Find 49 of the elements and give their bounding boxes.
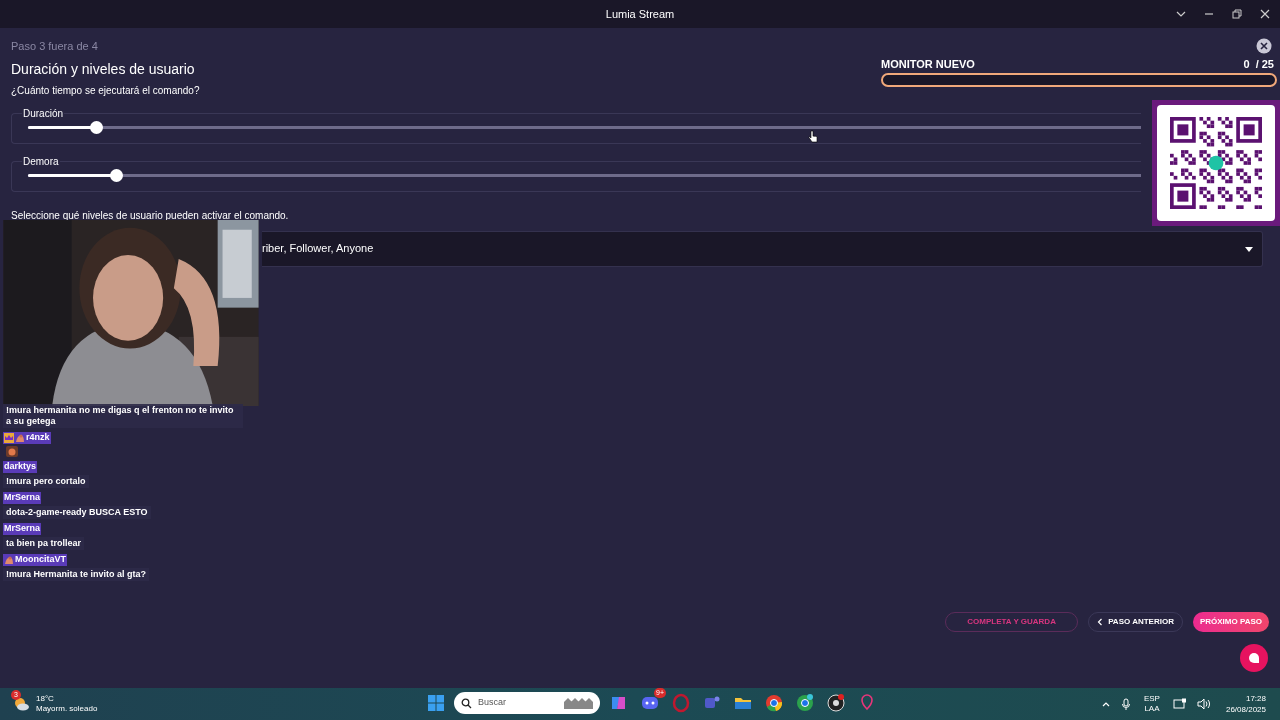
page-heading: Duración y niveles de usuario bbox=[11, 59, 196, 79]
slider-thumb[interactable] bbox=[109, 168, 123, 182]
chat-username: MooncitaVT bbox=[3, 554, 67, 566]
slider[interactable] bbox=[28, 120, 1141, 134]
chat-message: !mura pero cortalo bbox=[3, 475, 89, 488]
search-icon bbox=[461, 697, 472, 709]
levels-prompt: Seleccione qué niveles de usuario pueden activar el comando. bbox=[11, 208, 290, 223]
close-icon[interactable] bbox=[1258, 7, 1272, 21]
chat-message: dota-2-game-ready BUSCA ESTO bbox=[3, 506, 151, 519]
select-value: riber, Follower, Anyone bbox=[262, 241, 375, 257]
chat-message: !mura Hermanita te invito al gta? bbox=[3, 568, 150, 581]
slider[interactable] bbox=[28, 168, 1141, 182]
chat-message: !mura hermanita no me digas q el frenton no te invito a su getega bbox=[3, 404, 243, 428]
network-icon[interactable] bbox=[1172, 698, 1187, 710]
qr-code-icon bbox=[1170, 117, 1262, 209]
slider-label: Demora bbox=[22, 154, 60, 169]
slider-label: Duración bbox=[22, 106, 65, 121]
step-indicator: Paso 3 fuera de 4 bbox=[11, 39, 98, 54]
chat-username: r4nzk bbox=[3, 432, 51, 444]
slider-thumb[interactable] bbox=[89, 120, 103, 134]
window-title: Lumia Stream bbox=[605, 6, 675, 22]
chat-username: MrSerna bbox=[3, 523, 41, 535]
volume-icon[interactable] bbox=[1196, 698, 1210, 710]
question-text: ¿Cuánto tiempo se ejecutará el comando? bbox=[11, 83, 200, 98]
weather-temp: 18°C bbox=[36, 694, 55, 704]
clock-time[interactable]: 17:28 bbox=[1245, 693, 1266, 704]
monitor-total: / 25 bbox=[1255, 56, 1274, 72]
taskbar-search-field[interactable]: Buscar bbox=[454, 692, 600, 714]
houses-icon bbox=[563, 696, 593, 710]
clock-date[interactable]: 26/08/2025 bbox=[1225, 704, 1266, 715]
chat-bubble-icon bbox=[1248, 652, 1260, 664]
next-step-button[interactable]: PRÓXIMO PASO bbox=[1192, 612, 1269, 632]
hand-cursor-icon bbox=[808, 130, 818, 143]
chat-username: MrSerna bbox=[3, 492, 41, 504]
weather-description: Mayorm. soleado bbox=[36, 704, 98, 714]
chevron-left-icon bbox=[1097, 618, 1104, 626]
weather-icon[interactable] bbox=[12, 695, 30, 713]
windows-start-icon[interactable] bbox=[427, 694, 445, 712]
chat-button[interactable] bbox=[1240, 644, 1268, 672]
monitor-label: MONITOR NUEVO bbox=[881, 56, 975, 72]
chat-message: ta bien pa trollear bbox=[3, 537, 85, 550]
input-language[interactable]: ESP bbox=[1143, 694, 1160, 704]
chat-username: darktys bbox=[3, 461, 38, 473]
close-icon[interactable] bbox=[1256, 38, 1272, 55]
restore-icon[interactable] bbox=[1230, 7, 1244, 21]
user-levels-select[interactable]: riber, Follower, Anyone bbox=[262, 230, 1263, 267]
microphone-icon[interactable] bbox=[1120, 698, 1131, 710]
monitor-count: 0 bbox=[1243, 56, 1250, 72]
keyboard-layout[interactable]: LAA bbox=[1144, 704, 1160, 714]
